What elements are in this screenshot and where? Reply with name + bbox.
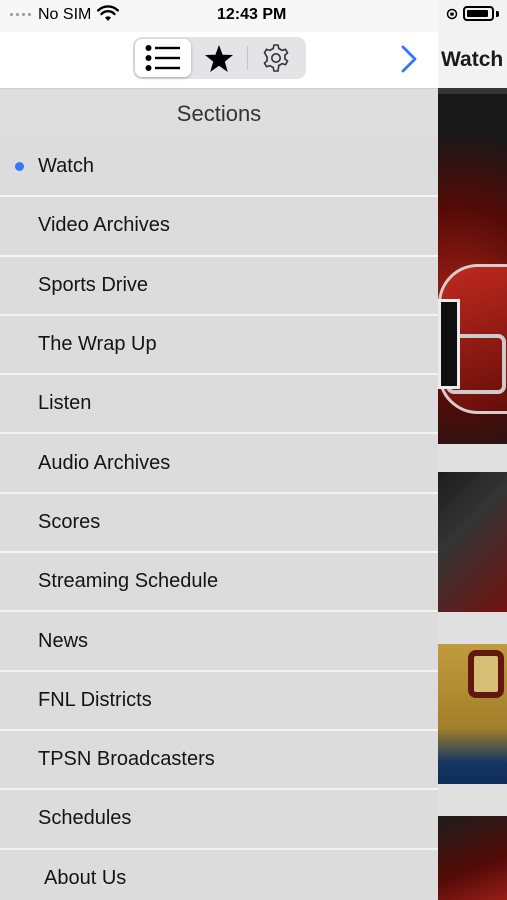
menu-item-audio-archives[interactable]: Audio Archives — [0, 434, 438, 494]
segment-sections[interactable] — [135, 39, 191, 77]
menu-item-label: Watch — [38, 155, 94, 178]
menu-item-label: Sports Drive — [38, 273, 149, 296]
menu-item-label: About Us — [44, 866, 127, 889]
drawer-toolbar — [0, 32, 438, 88]
menu-item-label: Scores — [38, 510, 101, 533]
menu-item-label: Video Archives — [38, 214, 170, 237]
menu-item-streaming-schedule[interactable]: Streaming Schedule — [0, 553, 438, 613]
status-right — [446, 6, 499, 21]
menu-item-label: Audio Archives — [38, 451, 171, 474]
status-bar: No SIM 12:43 PM — [0, 0, 438, 32]
list-icon — [145, 45, 180, 71]
menu-item-label: The Wrap Up — [38, 333, 157, 356]
menu-item-watch[interactable]: Watch — [0, 138, 438, 198]
menu-item-schedules[interactable]: Schedules — [0, 790, 438, 850]
orientation-lock-icon — [446, 8, 458, 19]
menu-item-tpsn-broadcasters[interactable]: TPSN Broadcasters — [0, 730, 438, 791]
menu-item-about-us[interactable]: About Us — [0, 849, 438, 900]
menu-item-listen[interactable]: Listen — [0, 375, 438, 435]
chevron-right-icon — [401, 45, 417, 73]
carrier-label: No SIM — [38, 6, 92, 23]
menu-item-label: TPSN Broadcasters — [38, 748, 215, 771]
menu-item-video-archives[interactable]: Video Archives — [0, 197, 438, 257]
sections-drawer: No SIM 12:43 PM Sections Watch Video Arc… — [0, 0, 438, 900]
clock: 12:43 PM — [217, 6, 287, 23]
menu-item-scores[interactable]: Scores — [0, 493, 438, 554]
segment-favorites[interactable] — [191, 39, 247, 77]
selected-indicator-icon — [15, 162, 24, 172]
gear-icon — [263, 44, 289, 72]
battery-icon — [463, 6, 494, 21]
main-title: Watch — [441, 48, 504, 71]
menu-item-news[interactable]: News — [0, 612, 438, 672]
menu-item-label: Streaming Schedule — [38, 570, 219, 593]
forward-button[interactable] — [396, 42, 422, 76]
menu-item-label: FNL Districts — [38, 688, 152, 711]
segmented-control — [133, 37, 306, 79]
wifi-icon — [97, 5, 119, 21]
signal-icon — [10, 13, 31, 16]
menu-item-the-wrap-up[interactable]: The Wrap Up — [0, 315, 438, 376]
segment-settings[interactable] — [248, 39, 304, 77]
star-icon — [205, 44, 233, 72]
sections-menu: Watch Video Archives Sports Drive The Wr… — [0, 138, 438, 900]
menu-item-label: Listen — [38, 392, 92, 415]
menu-item-sports-drive[interactable]: Sports Drive — [0, 256, 438, 316]
sections-header: Sections — [0, 88, 438, 138]
menu-item-label: Schedules — [38, 807, 132, 830]
menu-item-fnl-districts[interactable]: FNL Districts — [0, 671, 438, 731]
menu-item-label: News — [38, 629, 89, 652]
